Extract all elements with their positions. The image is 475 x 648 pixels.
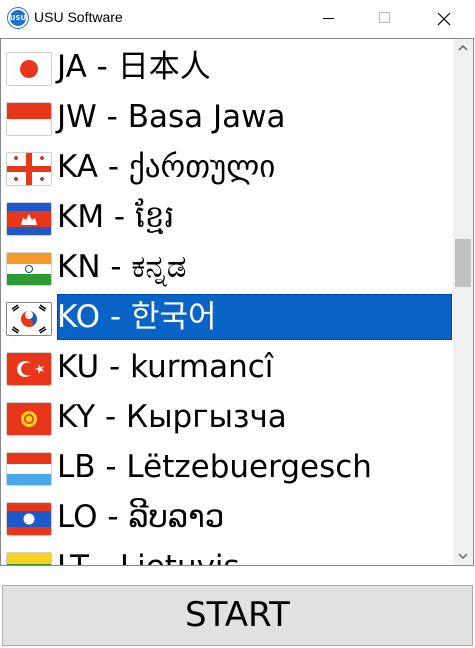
start-button[interactable]: START	[2, 585, 473, 646]
list-item-label: KA - ქართული	[57, 149, 276, 185]
close-button[interactable]	[415, 0, 473, 38]
japan-flag-icon	[6, 52, 52, 86]
title-bar: USU USU Software	[0, 0, 475, 38]
list-item-ka[interactable]: KA - ქართული	[1, 142, 453, 192]
chevron-up-icon	[458, 44, 468, 51]
list-item-label: KO - 한국어	[57, 294, 452, 340]
language-list[interactable]: JA - 日本人 JW - Basa Jawa KA - ქართული KM …	[0, 38, 474, 566]
luxembourg-flag-icon	[6, 452, 52, 486]
app-logo-icon: USU	[8, 8, 28, 28]
vertical-scrollbar[interactable]	[453, 39, 473, 565]
georgia-flag-icon	[6, 152, 52, 186]
indonesia-flag-icon	[6, 102, 52, 136]
laos-flag-icon	[6, 502, 52, 536]
india-flag-icon	[6, 252, 52, 286]
scroll-up-button[interactable]	[453, 39, 473, 56]
list-item-ky[interactable]: KY - Кыргызча	[1, 392, 453, 442]
list-item-jw[interactable]: JW - Basa Jawa	[1, 92, 453, 142]
cambodia-flag-icon	[6, 202, 52, 236]
list-item-label: KU - kurmancî	[57, 349, 274, 385]
list-item-label: LB - Lëtzebuergesch	[57, 449, 372, 485]
scrollbar-thumb[interactable]	[455, 239, 471, 287]
list-item-label: LT - Lietuvis	[57, 542, 240, 565]
turkey-flag-icon	[6, 352, 52, 386]
list-item-label: JW - Basa Jawa	[57, 99, 286, 135]
minimize-button[interactable]	[300, 0, 358, 38]
list-item-label: JA - 日本人	[57, 49, 211, 85]
list-item-label: KN - ಕನ್ನಡ	[57, 249, 187, 285]
korea-flag-icon	[6, 302, 52, 336]
maximize-button[interactable]	[356, 0, 414, 38]
list-item-lo[interactable]: LO - ລີບລາວ	[1, 492, 453, 542]
list-item-ko[interactable]: KO - 한국어	[1, 292, 453, 342]
list-item-label: KM - ខ្មែរ	[57, 199, 175, 235]
chevron-down-icon	[458, 553, 468, 560]
list-item-ku[interactable]: KU - kurmancî	[1, 342, 453, 392]
list-item-ja[interactable]: JA - 日本人	[1, 42, 453, 92]
list-item-kn[interactable]: KN - ಕನ್ನಡ	[1, 242, 453, 292]
list-item-label: LO - ລີບລາວ	[57, 499, 225, 535]
scroll-down-button[interactable]	[453, 548, 473, 565]
list-item-lt[interactable]: LT - Lietuvis	[1, 542, 453, 565]
list-item-lb[interactable]: LB - Lëtzebuergesch	[1, 442, 453, 492]
window-title: USU Software	[34, 9, 123, 25]
lithuania-flag-icon	[6, 552, 52, 565]
kyrgyzstan-flag-icon	[6, 402, 52, 436]
close-icon	[437, 12, 451, 26]
list-item-label: KY - Кыргызча	[57, 399, 287, 435]
list-item-km[interactable]: KM - ខ្មែរ	[1, 192, 453, 242]
